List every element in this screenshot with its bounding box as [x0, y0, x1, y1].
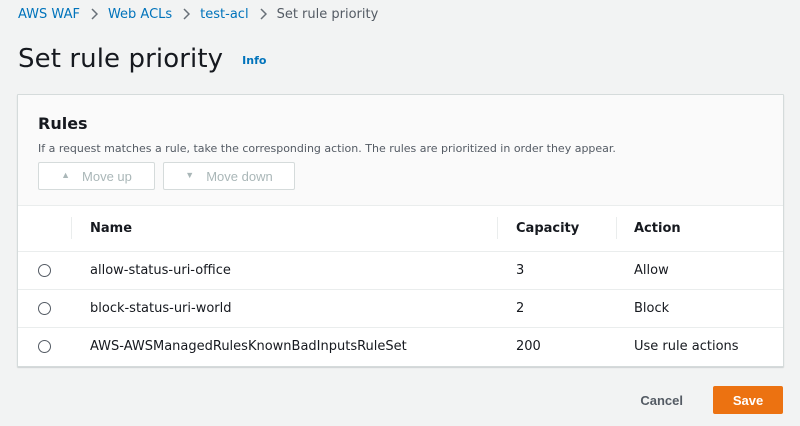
info-link[interactable]: Info [242, 54, 266, 67]
rule-action: Allow [634, 262, 669, 278]
title-row: Set rule priority Info [18, 44, 266, 74]
row-select-cell [18, 251, 71, 289]
table-row[interactable]: AWS-AWSManagedRulesKnownBadInputsRuleSet… [18, 327, 783, 365]
row-select-cell [18, 327, 71, 365]
page-title: Set rule priority [18, 44, 224, 74]
rules-panel-title: Rules [38, 114, 88, 133]
move-up-label: Move up [82, 168, 132, 184]
header-action: Action [616, 206, 783, 251]
row-select-cell [18, 289, 71, 327]
rules-panel-description: If a request matches a rule, take the co… [38, 142, 616, 155]
form-actions: Cancel Save [640, 386, 783, 414]
rule-capacity: 3 [516, 262, 525, 278]
cancel-button[interactable]: Cancel [640, 393, 683, 408]
rules-table: Name Capacity Action allow-status-uri-of… [18, 206, 783, 365]
move-buttons: ▲ Move up ▼ Move down [38, 162, 295, 190]
breadcrumb-current: Set rule priority [276, 6, 379, 22]
header-select [18, 206, 71, 251]
move-down-label: Move down [206, 168, 273, 184]
rules-panel-header: Rules If a request matches a rule, take … [18, 95, 783, 206]
chevron-right-icon [90, 8, 98, 20]
breadcrumb-aws-waf[interactable]: AWS WAF [18, 7, 80, 22]
triangle-down-icon: ▼ [185, 170, 195, 180]
move-down-button[interactable]: ▼ Move down [163, 162, 295, 190]
chevron-right-icon [259, 8, 267, 20]
table-header-row: Name Capacity Action [18, 206, 783, 251]
breadcrumb-test-acl[interactable]: test-acl [200, 7, 248, 22]
rule-action: Block [634, 300, 670, 316]
table-row[interactable]: allow-status-uri-office 3 Allow [18, 251, 783, 289]
row-radio[interactable] [38, 263, 51, 277]
header-capacity: Capacity [497, 206, 616, 251]
row-radio[interactable] [38, 339, 51, 353]
rule-name: block-status-uri-world [90, 300, 232, 316]
breadcrumb-web-acls[interactable]: Web ACLs [108, 7, 172, 22]
move-up-button[interactable]: ▲ Move up [38, 162, 155, 190]
rule-action: Use rule actions [634, 338, 739, 354]
header-name: Name [71, 206, 497, 251]
triangle-up-icon: ▲ [61, 170, 71, 180]
rule-name: allow-status-uri-office [90, 262, 231, 278]
rules-panel: Rules If a request matches a rule, take … [17, 94, 784, 367]
row-radio[interactable] [38, 301, 51, 315]
chevron-right-icon [182, 8, 191, 20]
rule-capacity: 2 [516, 300, 525, 316]
breadcrumb: AWS WAF Web ACLs test-acl Set rule prior… [18, 5, 378, 23]
rule-name: AWS-AWSManagedRulesKnownBadInputsRuleSet [90, 338, 407, 354]
save-button[interactable]: Save [713, 386, 783, 414]
rule-capacity: 200 [516, 338, 541, 354]
table-row[interactable]: block-status-uri-world 2 Block [18, 289, 783, 327]
